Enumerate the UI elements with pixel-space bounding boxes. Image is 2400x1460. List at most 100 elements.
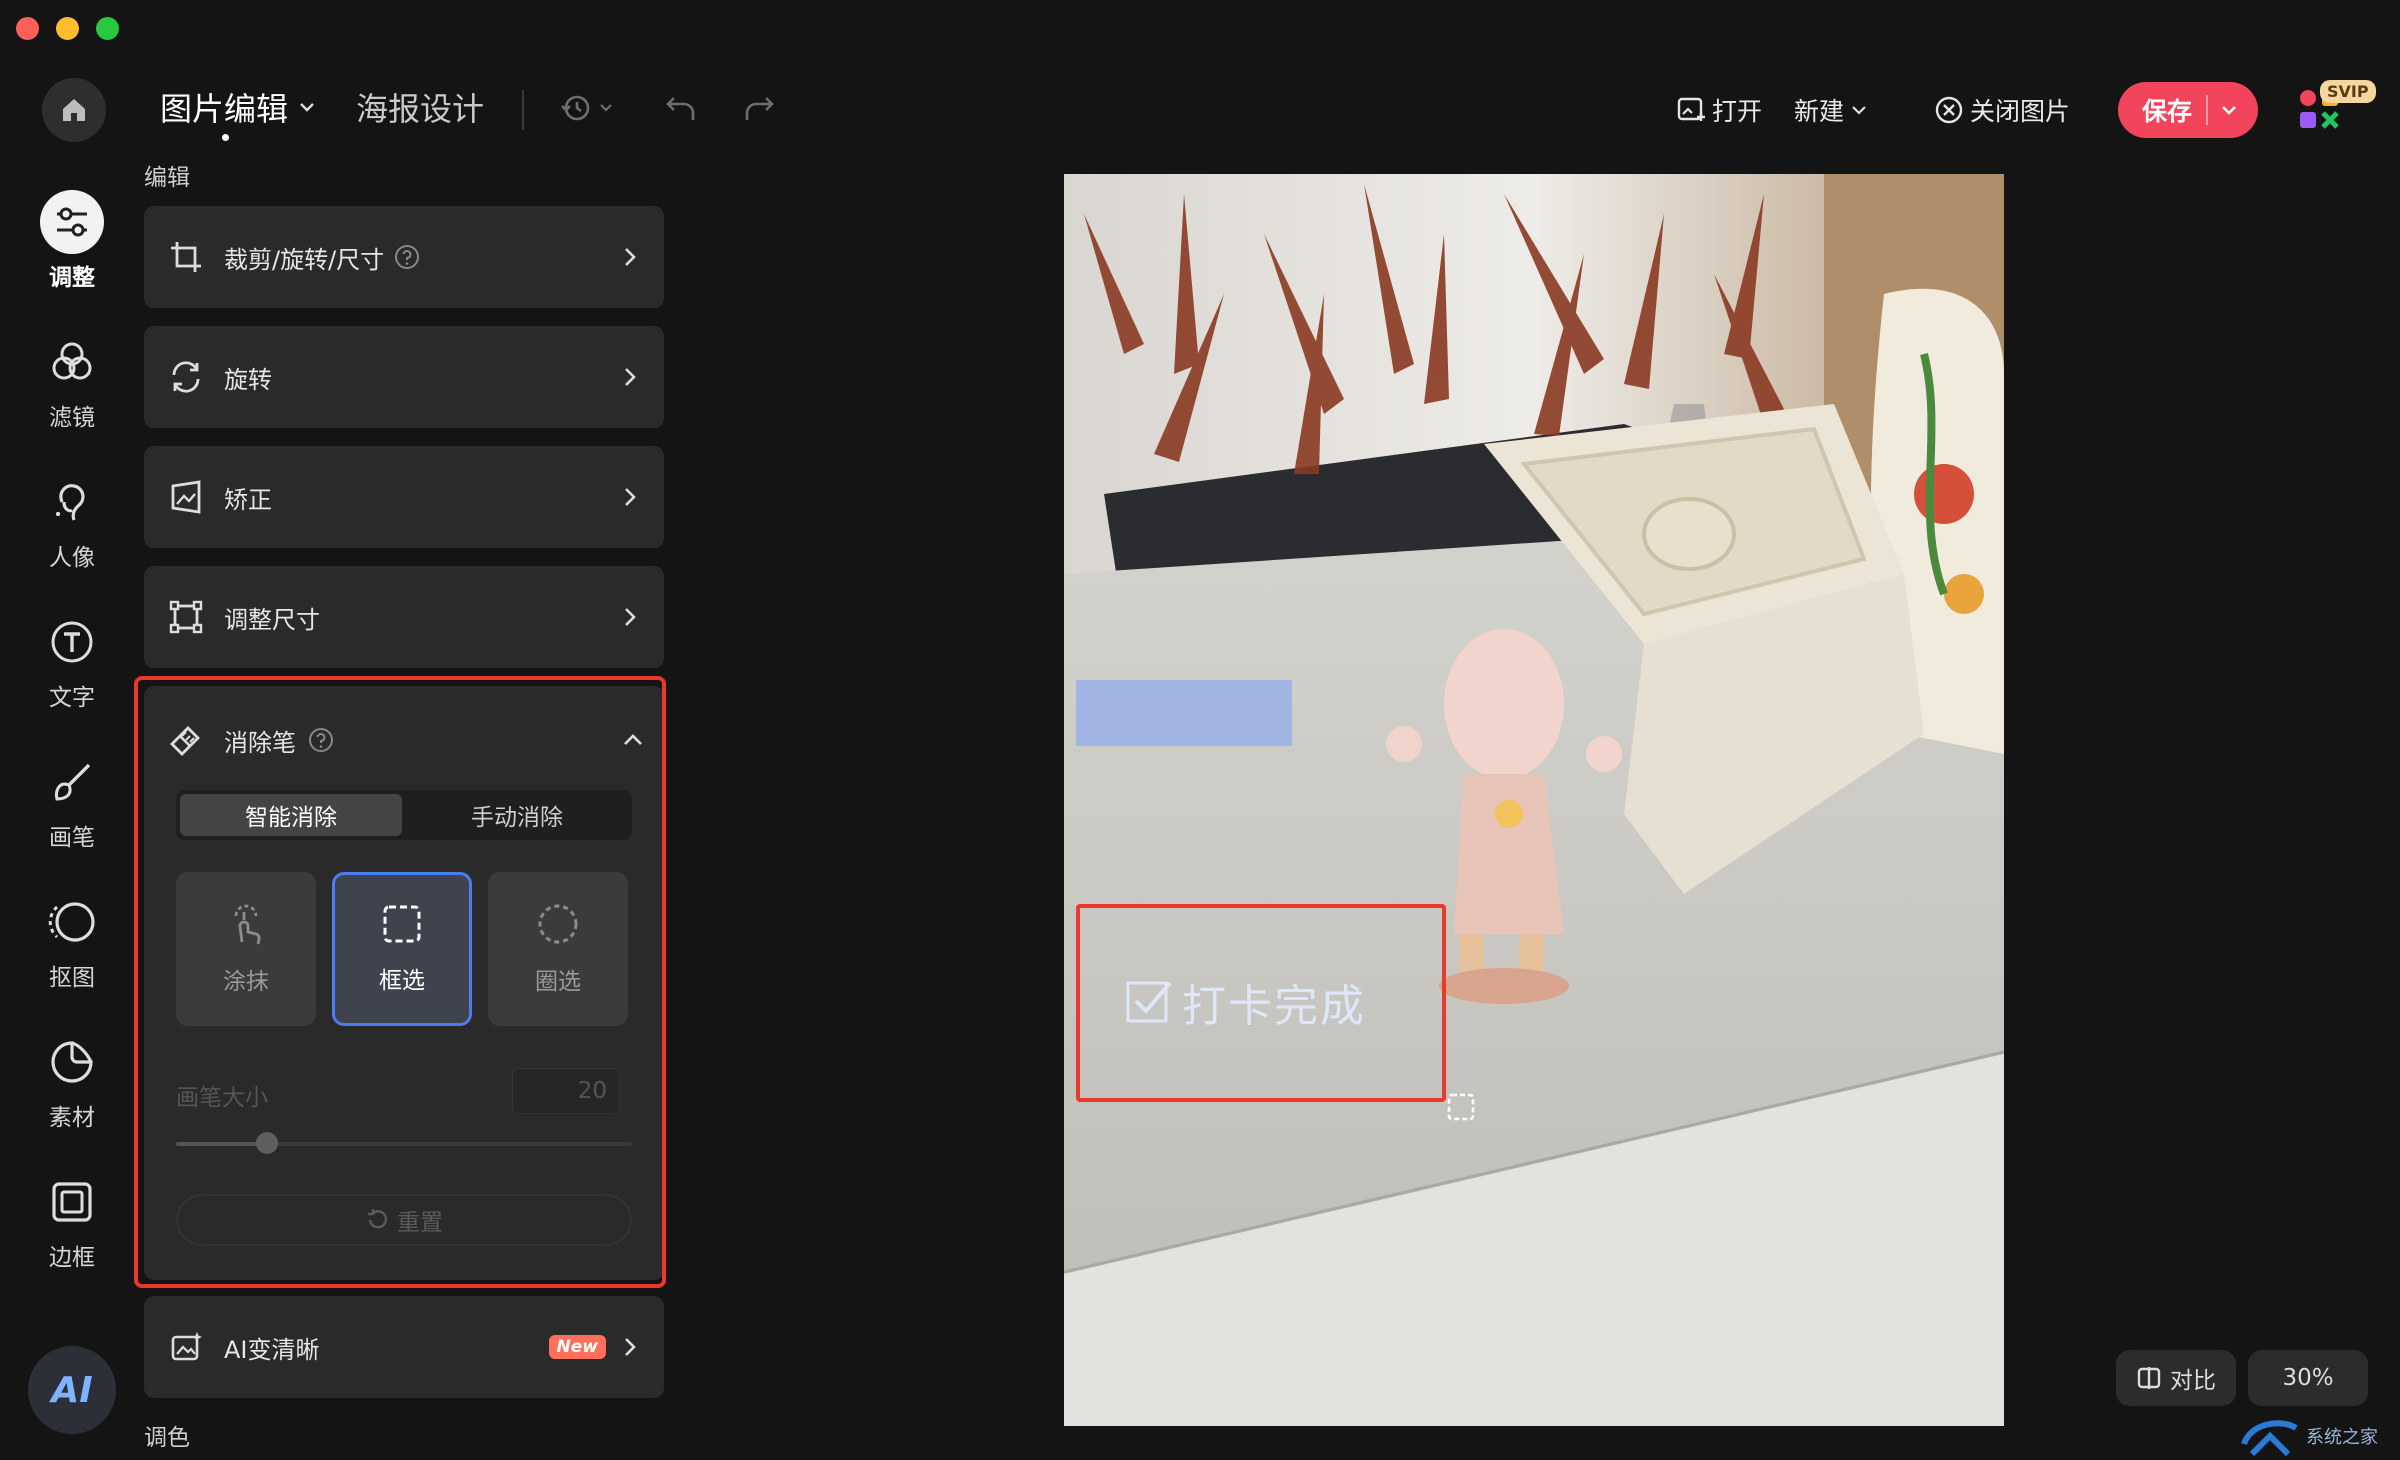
tool-rect-select[interactable]: 框选 [332, 872, 472, 1026]
sticker-icon [40, 1030, 104, 1094]
rotate-card[interactable]: 旋转 [144, 326, 664, 428]
eraser-title: 消除笔 [224, 728, 296, 757]
watermark-text: 系统之家 [2306, 1427, 2378, 1448]
tab-image-edit-label: 图片编辑 [160, 90, 289, 128]
save-options-button[interactable] [2220, 101, 2238, 119]
sidebar-item-filter[interactable]: 滤镜 [0, 330, 144, 432]
chevron-right-icon [622, 366, 638, 388]
lasso-icon [536, 902, 580, 946]
redo-button[interactable] [742, 92, 776, 124]
card-label: 矫正 [224, 485, 272, 514]
save-button-group: 保存 [2118, 82, 2258, 138]
chevron-down-icon [2220, 101, 2238, 119]
card-label: 调整尺寸 [224, 605, 320, 634]
svip-badge: SVIP [2320, 80, 2376, 103]
chevron-down-icon [298, 98, 316, 116]
chevron-right-icon [622, 246, 638, 268]
rect-select-icon [381, 903, 423, 945]
close-circle-icon [1934, 95, 1964, 125]
straighten-card[interactable]: 矫正 [144, 446, 664, 548]
tab-image-edit[interactable]: 图片编辑 [160, 84, 316, 130]
help-icon[interactable] [394, 244, 622, 270]
tab-poster-design[interactable]: 海报设计 [356, 84, 484, 130]
rect-select-cursor-icon [1446, 1092, 1476, 1122]
sidebar-item-label: 素材 [49, 1105, 95, 1131]
open-button[interactable]: 打开 [1676, 92, 1762, 128]
sidebar-item-label: 调整 [49, 265, 95, 291]
resize-icon [168, 599, 204, 635]
tool-label: 圈选 [535, 969, 581, 995]
ai-enhance-icon [168, 1329, 204, 1365]
reset-button[interactable]: 重置 [176, 1194, 632, 1246]
new-badge: New [548, 1335, 606, 1359]
brush-size-label: 画笔大小 [176, 1085, 268, 1111]
tab-smart-erase[interactable]: 智能消除 [180, 794, 402, 836]
tool-smear[interactable]: 涂抹 [176, 872, 316, 1026]
sidebar-item-adjust[interactable]: 调整 [0, 190, 144, 292]
sidebar-item-cutout[interactable]: 抠图 [0, 890, 144, 992]
compare-button[interactable]: 对比 [2116, 1350, 2236, 1406]
brush-size-input[interactable]: 20 [512, 1068, 620, 1114]
frame-icon [40, 1170, 104, 1234]
watermark-logo-icon [2240, 1414, 2300, 1458]
eraser-icon [168, 722, 204, 758]
open-label: 打开 [1712, 97, 1763, 126]
new-label: 新建 [1794, 97, 1845, 126]
sidebar-item-sticker[interactable]: 素材 [0, 1030, 144, 1132]
tool-lasso[interactable]: 圈选 [488, 872, 628, 1026]
window-close-button[interactable] [16, 17, 39, 40]
eraser-header[interactable]: 消除笔 [168, 720, 644, 760]
open-image-icon [1676, 95, 1706, 125]
filter-circles-icon [40, 330, 104, 394]
window-minimize-button[interactable] [56, 17, 79, 40]
sidebar-item-label: 滤镜 [49, 405, 95, 431]
sidebar-item-brush[interactable]: 画笔 [0, 750, 144, 852]
tool-label: 框选 [379, 968, 425, 994]
ai-label: AI [51, 1369, 93, 1411]
ai-enhance-card[interactable]: AI变清晰 New [144, 1296, 664, 1398]
reset-label: 重置 [397, 1210, 443, 1236]
brush-size-slider[interactable] [176, 1132, 632, 1154]
cutout-icon [40, 890, 104, 954]
resize-card[interactable]: 调整尺寸 [144, 566, 664, 668]
window-zoom-button[interactable] [96, 17, 119, 40]
zoom-level-button[interactable]: 30% [2248, 1350, 2368, 1406]
perspective-icon [168, 479, 204, 515]
close-image-button[interactable]: 关闭图片 [1934, 92, 2070, 128]
sidebar-item-portrait[interactable]: 人像 [0, 470, 144, 572]
undo-icon [664, 92, 698, 124]
chevron-right-icon [622, 1336, 638, 1358]
sidebar-item-frame[interactable]: 边框 [0, 1170, 144, 1272]
svip-button[interactable]: SVIP [2298, 80, 2376, 134]
chevron-up-icon[interactable] [622, 732, 644, 748]
image-canvas[interactable]: 打卡完成 [1064, 174, 2004, 1426]
history-icon [560, 92, 592, 124]
save-button[interactable]: 保存 [2142, 92, 2206, 128]
sidebar-item-label: 人像 [49, 545, 95, 571]
section-edit-label: 编辑 [144, 165, 190, 191]
chevron-right-icon [622, 606, 638, 628]
new-button[interactable]: 新建 [1794, 92, 1868, 128]
portrait-icon [40, 470, 104, 534]
help-icon[interactable] [308, 727, 334, 753]
redo-icon [742, 92, 776, 124]
chevron-right-icon [622, 486, 638, 508]
brush-icon [40, 750, 104, 814]
section-color-label: 调色 [144, 1425, 190, 1451]
crop-rotate-size-card[interactable]: 裁剪/旋转/尺寸 [144, 206, 664, 308]
home-button[interactable] [42, 78, 106, 142]
compare-label: 对比 [2170, 1368, 2216, 1394]
active-tab-dot [222, 134, 229, 141]
compare-icon [2136, 1365, 2162, 1391]
sidebar-item-text[interactable]: 文字 [0, 610, 144, 712]
tab-manual-erase[interactable]: 手动消除 [406, 794, 628, 836]
history-button[interactable] [560, 92, 614, 124]
undo-button[interactable] [664, 92, 698, 124]
card-label: AI变清晰 [224, 1335, 320, 1364]
card-label: 旋转 [224, 365, 272, 394]
home-icon [59, 95, 89, 125]
chevron-down-icon [598, 100, 614, 116]
reset-icon [365, 1208, 389, 1232]
chevron-down-icon [1850, 101, 1868, 119]
ai-assistant-button[interactable]: AI [28, 1346, 116, 1434]
